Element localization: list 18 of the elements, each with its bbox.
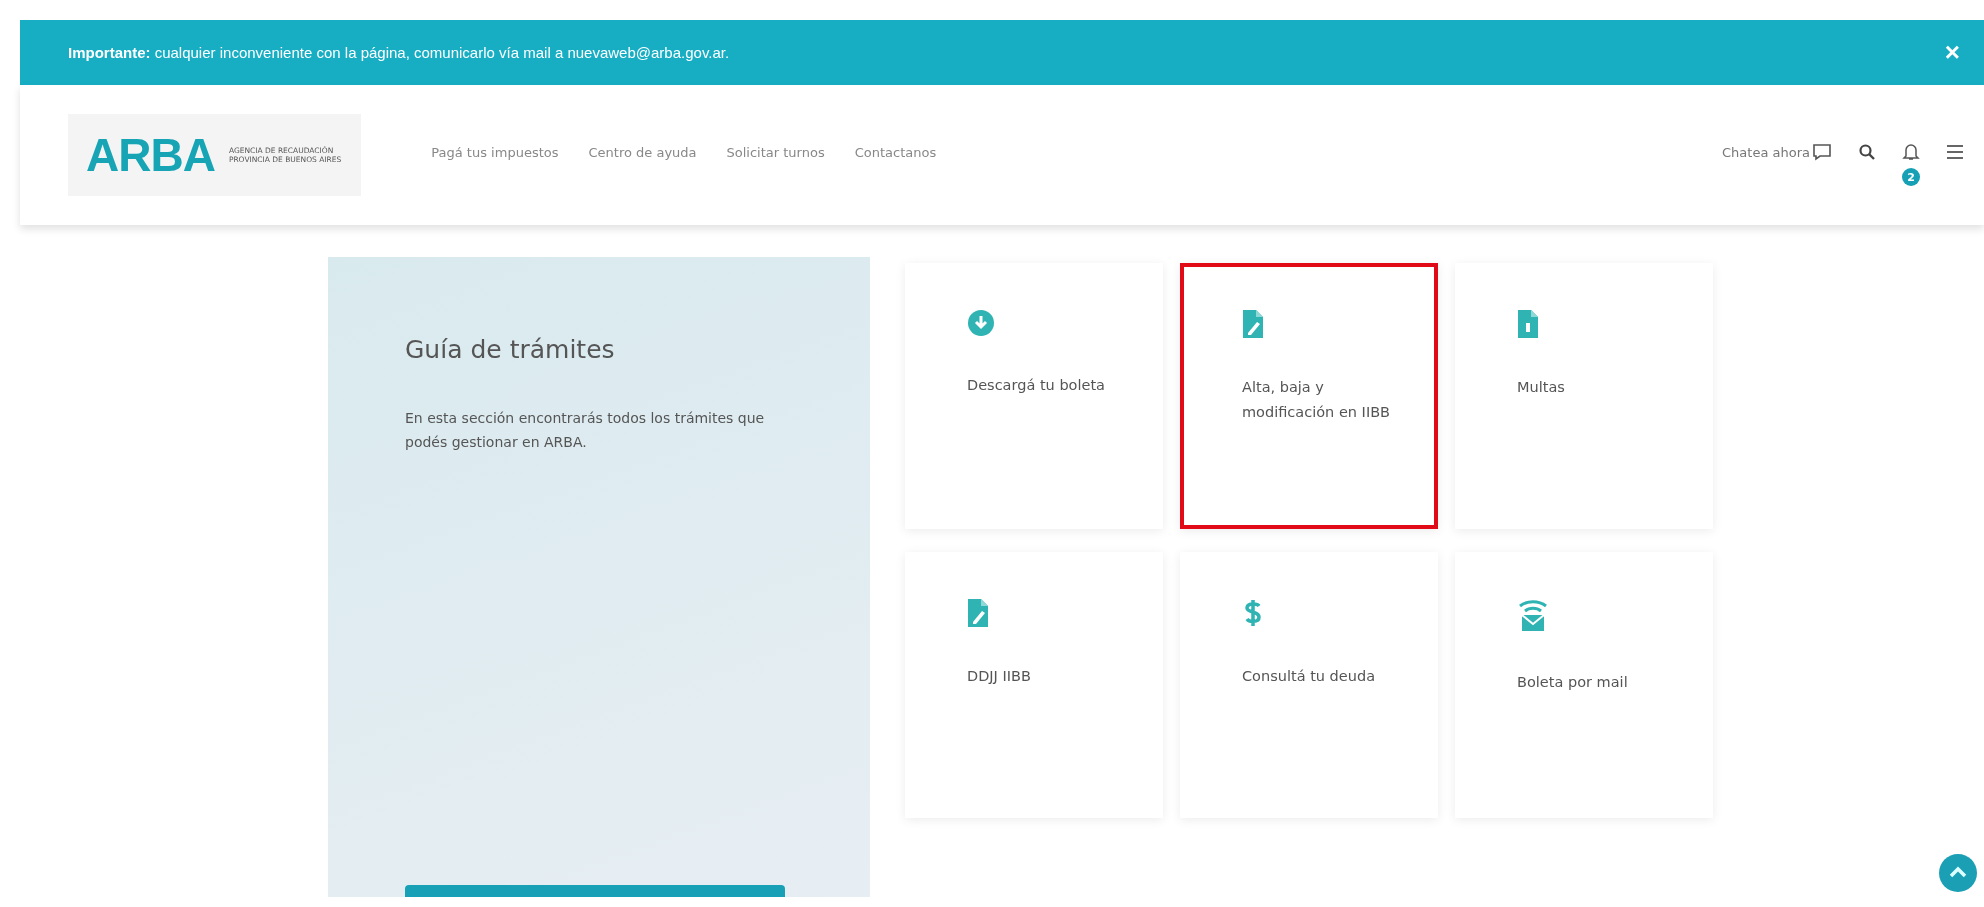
nav-link[interactable]: Pagá tus impuestos <box>431 144 559 160</box>
nav-link[interactable]: Contactanos <box>854 144 937 160</box>
notice-text: Importante: cualquier inconveniente con la página, comunicarlo vía mail a nuevaweb@arba.gov.ar. <box>68 44 730 61</box>
notification-badge: 2 <box>1902 168 1920 186</box>
tile-label: Alta, baja y modificación en IIBB <box>1242 378 1392 422</box>
logo-text[interactable]: ARBA <box>86 128 215 182</box>
guide-title: Guía de trámites <box>405 335 616 364</box>
tile-label: Descargá tu boleta <box>967 376 1106 395</box>
service-tile[interactable]: Alta, baja y modificación en IIBB <box>1180 263 1438 529</box>
tile-label: Multas <box>1517 378 1566 397</box>
tile-label: DDJJ IIBB <box>967 667 1032 686</box>
tile-label: Boleta por mail <box>1517 673 1629 692</box>
close-button[interactable]: × <box>1940 37 1964 68</box>
guide-description: En esta sección encontrarás todos los trámites que podés gestionar en ARBA. <box>405 409 765 452</box>
tile-label: Consultá tu deuda <box>1242 667 1377 686</box>
chat-link[interactable]: Chatea ahora <box>1722 144 1810 160</box>
nav-link[interactable]: Centro de ayuda <box>588 144 697 160</box>
nav-link[interactable]: Solicitar turnos <box>726 144 825 160</box>
